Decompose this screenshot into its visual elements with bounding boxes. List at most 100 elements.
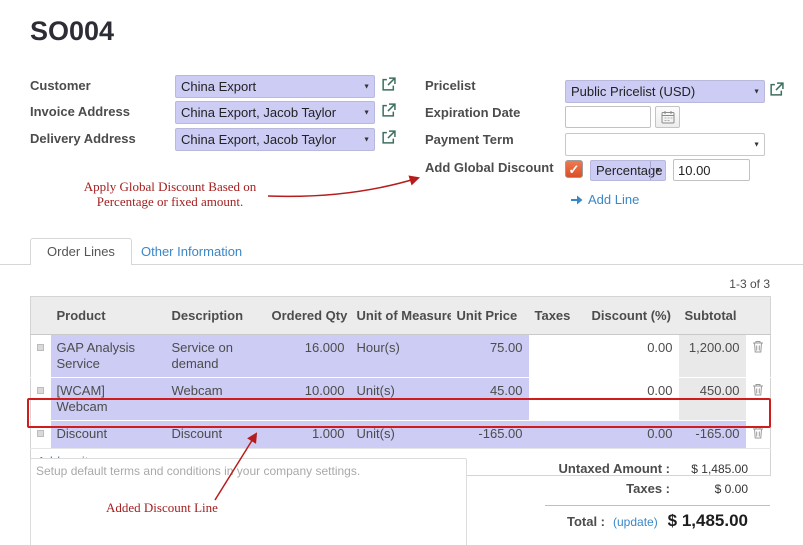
annotation-line-1: Apply Global Discount Based on xyxy=(70,180,270,195)
cell-description[interactable]: Discount xyxy=(166,421,266,449)
payment-term-select[interactable] xyxy=(565,133,765,156)
pricelist-external-link-icon[interactable] xyxy=(769,82,784,97)
invoice-address-label: Invoice Address xyxy=(30,104,130,119)
add-line-button[interactable]: Add Line xyxy=(570,192,639,207)
cell-product[interactable]: Discount xyxy=(51,421,166,449)
cell-uom[interactable]: Hour(s) xyxy=(351,335,451,378)
taxes-value: $ 0.00 xyxy=(676,482,748,496)
annotation-line-2: Percentage or fixed amount. xyxy=(70,195,270,210)
cell-subtotal[interactable]: 1,200.00 xyxy=(679,335,746,378)
delete-row-button[interactable] xyxy=(746,378,771,421)
trash-icon xyxy=(752,426,764,439)
order-lines-table: Product Description Ordered Qty Unit of … xyxy=(30,296,771,476)
cell-description[interactable]: Service on demand xyxy=(166,335,266,378)
calendar-icon[interactable] xyxy=(655,106,680,128)
payment-term-label: Payment Term xyxy=(425,132,514,147)
invoice-address-value: China Export, Jacob Taylor xyxy=(181,105,336,120)
cell-uom[interactable]: Unit(s) xyxy=(351,378,451,421)
pricelist-select[interactable]: Public Pricelist (USD) xyxy=(565,80,765,103)
expiration-date-label: Expiration Date xyxy=(425,105,520,120)
delivery-address-label: Delivery Address xyxy=(30,131,136,146)
chevron-down-icon xyxy=(650,161,665,180)
customer-value: China Export xyxy=(181,79,256,94)
red-annotation-global-discount: Apply Global Discount Based on Percentag… xyxy=(70,180,270,210)
chevron-down-icon xyxy=(363,83,370,90)
delivery-address-external-link-icon[interactable] xyxy=(381,130,396,145)
cell-qty[interactable]: 1.000 xyxy=(266,421,351,449)
cell-description[interactable]: Webcam xyxy=(166,378,266,421)
delete-row-button[interactable] xyxy=(746,335,771,378)
untaxed-amount-value: $ 1,485.00 xyxy=(676,462,748,476)
col-subtotal[interactable]: Subtotal xyxy=(679,297,746,335)
row-handle[interactable] xyxy=(31,335,51,378)
col-product[interactable]: Product xyxy=(51,297,166,335)
cell-taxes[interactable] xyxy=(529,421,586,449)
invoice-address-external-link-icon[interactable] xyxy=(381,103,396,118)
total-value: $ 1,485.00 xyxy=(600,511,748,531)
cell-product[interactable]: GAP Analysis Service xyxy=(51,335,166,378)
global-discount-checkbox[interactable] xyxy=(565,160,583,178)
annotation-arrow-1 xyxy=(268,178,418,196)
tab-other-information[interactable]: Other Information xyxy=(141,244,242,259)
chevron-down-icon xyxy=(363,136,370,143)
row-handle[interactable] xyxy=(31,378,51,421)
cell-unit-price[interactable]: 45.00 xyxy=(451,378,529,421)
chevron-down-icon xyxy=(363,109,370,116)
customer-select[interactable]: China Export xyxy=(175,75,375,98)
delivery-address-select[interactable]: China Export, Jacob Taylor xyxy=(175,128,375,151)
trash-icon xyxy=(752,383,764,396)
global-discount-label: Add Global Discount xyxy=(425,160,554,175)
pricelist-label: Pricelist xyxy=(425,78,476,93)
delete-row-button[interactable] xyxy=(746,421,771,449)
order-line-row[interactable]: [WCAM] Webcam Webcam 10.000 Unit(s) 45.0… xyxy=(31,378,771,421)
pager: 1-3 of 3 xyxy=(650,277,770,291)
cell-taxes[interactable] xyxy=(529,378,586,421)
cell-product[interactable]: [WCAM] Webcam xyxy=(51,378,166,421)
col-taxes[interactable]: Taxes xyxy=(529,297,586,335)
cell-taxes[interactable] xyxy=(529,335,586,378)
cell-unit-price[interactable]: -165.00 xyxy=(451,421,529,449)
col-discount[interactable]: Discount (%) xyxy=(586,297,679,335)
customer-external-link-icon[interactable] xyxy=(381,77,396,92)
cell-discount[interactable]: 0.00 xyxy=(586,421,679,449)
cell-discount[interactable]: 0.00 xyxy=(586,378,679,421)
row-handle[interactable] xyxy=(31,421,51,449)
col-unit-price[interactable]: Unit Price xyxy=(451,297,529,335)
chevron-down-icon xyxy=(753,88,760,95)
arrow-right-icon xyxy=(570,194,584,206)
taxes-label: Taxes : xyxy=(480,481,670,496)
discount-type-select[interactable]: Percentage xyxy=(590,160,666,181)
trash-icon xyxy=(752,340,764,353)
cell-subtotal[interactable]: -165.00 xyxy=(679,421,746,449)
cell-uom[interactable]: Unit(s) xyxy=(351,421,451,449)
untaxed-amount-label: Untaxed Amount : xyxy=(480,461,670,476)
col-actions-spacer xyxy=(746,297,771,335)
tab-order-lines[interactable]: Order Lines xyxy=(30,238,132,265)
total-label: Total : xyxy=(480,514,605,529)
tab-other-information-label: Other Information xyxy=(141,244,242,259)
cell-unit-price[interactable]: 75.00 xyxy=(451,335,529,378)
totals-divider xyxy=(545,505,770,506)
col-ordered-qty[interactable]: Ordered Qty xyxy=(266,297,351,335)
col-handle-spacer xyxy=(31,297,51,335)
invoice-address-select[interactable]: China Export, Jacob Taylor xyxy=(175,101,375,124)
cell-subtotal[interactable]: 450.00 xyxy=(679,378,746,421)
cell-qty[interactable]: 10.000 xyxy=(266,378,351,421)
expiration-date-input[interactable] xyxy=(565,106,651,128)
cell-discount[interactable]: 0.00 xyxy=(586,335,679,378)
add-line-label: Add Line xyxy=(588,192,639,207)
sale-order-page: SO004 Customer China Export Invoice Addr… xyxy=(0,0,803,545)
chevron-down-icon xyxy=(753,141,760,148)
customer-label: Customer xyxy=(30,78,91,93)
cell-qty[interactable]: 16.000 xyxy=(266,335,351,378)
col-unit-of-measure[interactable]: Unit of Measure xyxy=(351,297,451,335)
discount-amount-input[interactable] xyxy=(673,159,750,181)
order-line-row[interactable]: GAP Analysis Service Service on demand 1… xyxy=(31,335,771,378)
terms-textarea[interactable] xyxy=(30,458,467,545)
tab-order-lines-label: Order Lines xyxy=(47,244,115,259)
table-header-row: Product Description Ordered Qty Unit of … xyxy=(31,297,771,335)
order-line-row-discount[interactable]: Discount Discount 1.000 Unit(s) -165.00 … xyxy=(31,421,771,449)
col-description[interactable]: Description xyxy=(166,297,266,335)
page-title: SO004 xyxy=(30,16,114,47)
pricelist-value: Public Pricelist (USD) xyxy=(571,84,695,99)
